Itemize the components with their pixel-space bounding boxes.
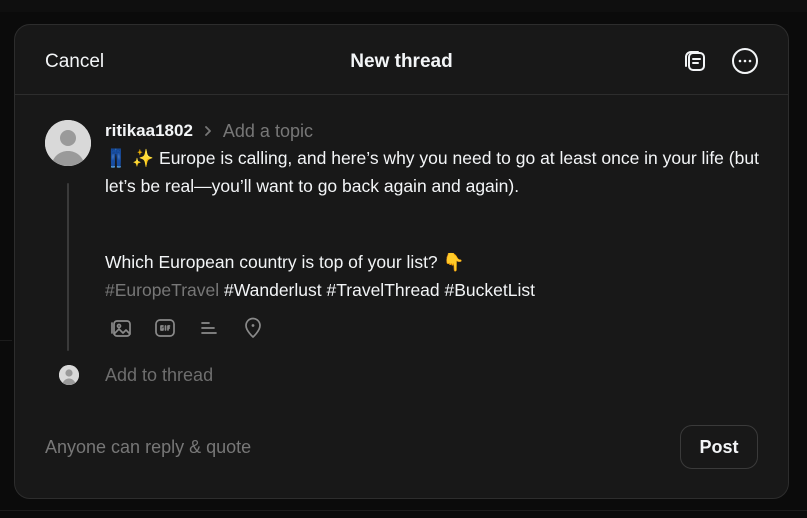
pointing-down-emoji: 👇 — [442, 253, 465, 273]
post-button[interactable]: Post — [680, 425, 758, 469]
thread-connector-line — [67, 183, 69, 351]
more-options-icon[interactable] — [731, 47, 759, 75]
post-text-line: Europe is calling, and here’s why you ne… — [105, 148, 759, 196]
backdrop-divider — [0, 510, 807, 511]
username[interactable]: ritikaa1802 — [105, 121, 193, 141]
hashtag[interactable]: #BucketList — [445, 280, 535, 300]
dialog-title: New thread — [350, 51, 453, 72]
avatar[interactable] — [45, 120, 91, 166]
avatar — [59, 365, 79, 385]
post-paragraph: 👖 ✨ Europe is calling, and here’s why yo… — [105, 145, 765, 200]
hashtag[interactable]: #EuropeTravel — [105, 280, 219, 300]
image-icon[interactable] — [105, 315, 137, 341]
hashtag-line: #EuropeTravel #Wanderlust #TravelThread … — [105, 277, 765, 304]
drafts-icon[interactable] — [681, 47, 709, 75]
hashtag[interactable]: #Wanderlust — [224, 280, 322, 300]
new-thread-dialog: Cancel New thread ritikaa1802 Add a topi… — [14, 24, 789, 499]
post-emojis: 👖 ✨ — [105, 149, 155, 169]
post-paragraph: Which European country is top of your li… — [105, 249, 765, 277]
location-icon[interactable] — [237, 315, 269, 341]
reply-setting-button[interactable]: Anyone can reply & quote — [45, 437, 251, 458]
hashtag[interactable]: #TravelThread — [326, 280, 439, 300]
post-author-row: ritikaa1802 Add a topic — [105, 120, 313, 142]
backdrop-top-bar — [0, 0, 807, 12]
dialog-header: Cancel New thread — [15, 25, 788, 95]
post-text-editor[interactable]: 👖 ✨ Europe is calling, and here’s why yo… — [105, 145, 765, 304]
attachment-toolbar — [105, 315, 269, 341]
post-text-line: Which European country is top of your li… — [105, 252, 438, 272]
chevron-right-icon — [205, 126, 211, 136]
backdrop-divider — [0, 340, 12, 341]
poll-icon[interactable] — [193, 315, 225, 341]
add-topic-input[interactable]: Add a topic — [223, 121, 313, 142]
gif-icon[interactable] — [149, 315, 181, 341]
add-to-thread-input[interactable]: Add to thread — [105, 365, 213, 386]
